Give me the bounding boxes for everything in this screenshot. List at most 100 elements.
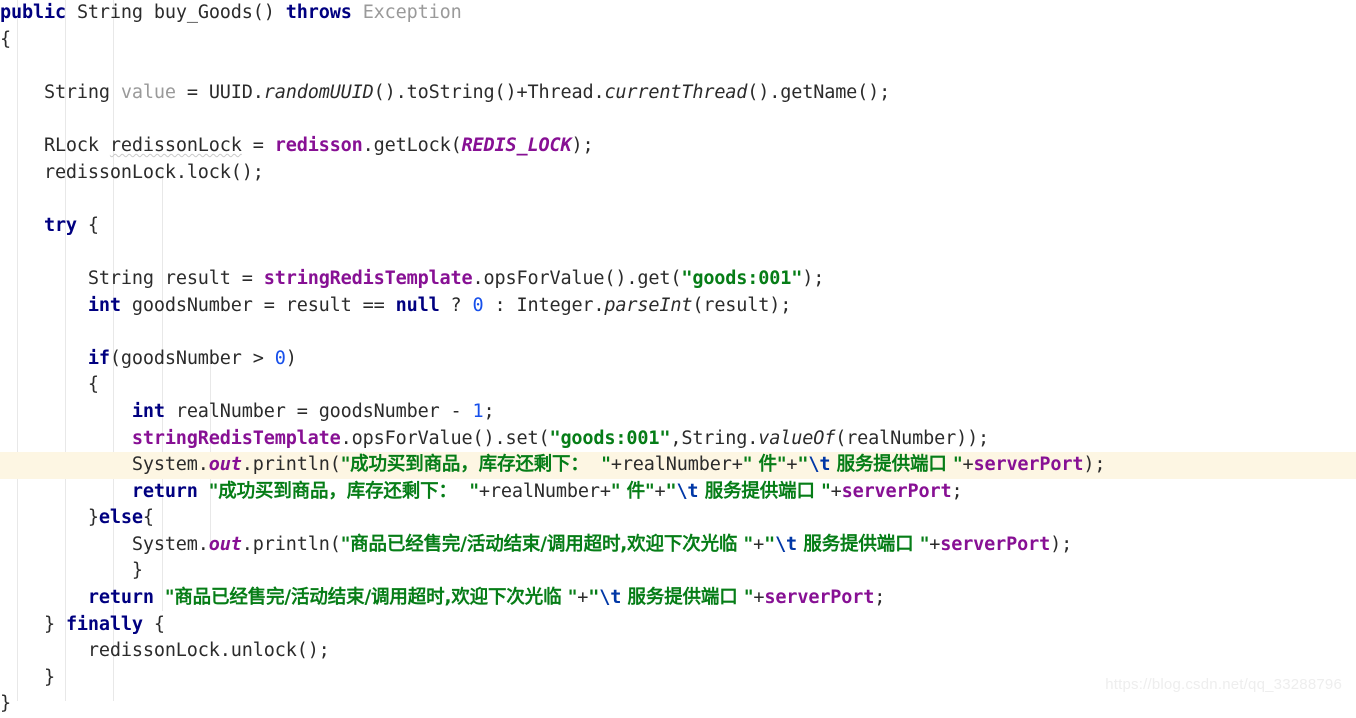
token-field-out: out [208, 533, 242, 555]
code-line-blank-2 [0, 106, 1356, 133]
token-string-goods-key: "goods:001" [549, 427, 671, 449]
token-keyword-if: if [87, 347, 110, 369]
token-keyword-return: return [87, 587, 154, 609]
token-type-string: String [681, 427, 748, 449]
token-number-zero: 0 [274, 347, 286, 369]
csdn-watermark: https://blog.csdn.net/qq_33288796 [1105, 676, 1342, 693]
code-line-uuid-value-statement[interactable]: String value = UUID.randomUUID().toStrin… [0, 80, 1356, 107]
code-line-open-brace[interactable]: { [0, 27, 1356, 54]
token-var-result: result [164, 267, 231, 289]
token-keyword-else: else [98, 507, 143, 529]
token-var-realnumber: realNumber [621, 454, 732, 476]
token-number-zero: 0 [472, 294, 484, 316]
token-field-serverport: serverPort [973, 454, 1084, 476]
token-method-println: println [252, 454, 330, 476]
token-field-stringredistemplate: stringRedisTemplate [263, 267, 473, 289]
code-line-method-close-brace[interactable]: } [0, 691, 1356, 718]
token-var-redissonlock: redissonLock [87, 640, 220, 662]
code-line-finally-open[interactable]: } finally { [0, 612, 1356, 639]
token-escape-tab: \t [676, 480, 699, 502]
token-var-realnumber: realNumber [489, 480, 600, 502]
code-line-decrement-stock[interactable]: int realNumber = goodsNumber - 1; [0, 399, 1356, 426]
code-lines-container: public String buy_Goods() throws Excepti… [0, 0, 1356, 718]
code-line-if-open-brace[interactable]: { [0, 372, 1356, 399]
token-method-randomuuid: randomUUID [263, 81, 374, 103]
token-field-serverport: serverPort [940, 533, 1051, 555]
code-line-else-close-brace[interactable]: } [0, 558, 1356, 585]
token-string-soldout-message: "商品已经售完/活动结束/调用超时,欢迎下次光临 " [340, 533, 754, 555]
token-type-string: String [87, 267, 154, 289]
code-line-return-success[interactable]: return "成功买到商品，库存还剩下： "+realNumber+" 件"+… [0, 479, 1356, 506]
code-line-return-soldout[interactable]: return "商品已经售完/活动结束/调用超时,欢迎下次光临 "+"\t 服务… [0, 585, 1356, 612]
code-line-println-soldout[interactable]: System.out.println("商品已经售完/活动结束/调用超时,欢迎下… [0, 532, 1356, 559]
token-method-opsforvalue: opsForValue [483, 267, 605, 289]
token-string-success-message: "成功买到商品，库存还剩下： " [340, 454, 611, 476]
code-line-blank-5 [0, 319, 1356, 346]
token-var-redissonlock: redissonLock [43, 161, 176, 183]
token-string-quote: " [764, 533, 776, 555]
token-method-currentthread: currentThread [604, 81, 748, 103]
token-keyword-int: int [131, 400, 165, 422]
code-line-try-open[interactable]: try { [0, 213, 1356, 240]
token-method-parseint: parseInt [604, 294, 693, 316]
token-method-opsforvalue: opsForValue [351, 427, 473, 449]
token-keyword-public: public [0, 2, 66, 23]
token-var-redissonlock: redissonLock [109, 134, 242, 156]
token-string-success-message: "成功买到商品，库存还剩下： " [208, 480, 479, 502]
code-line-blank-1 [0, 53, 1356, 80]
code-line-println-success[interactable]: System.out.println("成功买到商品，库存还剩下： "+real… [0, 452, 1356, 479]
token-const-redis-lock: REDIS_LOCK [461, 134, 572, 156]
token-method-valueof: valueOf [758, 427, 836, 449]
token-method-getlock: getLock [373, 134, 451, 156]
token-field-out: out [208, 454, 242, 476]
token-type-rlock: RLock [43, 134, 99, 156]
token-number-one: 1 [472, 400, 484, 422]
code-line-unlock-call[interactable]: redissonLock.unlock(); [0, 638, 1356, 665]
token-keyword-return: return [131, 480, 198, 502]
code-line-lock-call[interactable]: redissonLock.lock(); [0, 160, 1356, 187]
token-keyword-throws: throws [285, 2, 352, 23]
code-line-get-lock-statement[interactable]: RLock redissonLock = redisson.getLock(RE… [0, 133, 1356, 160]
token-var-realnumber: realNumber [846, 427, 957, 449]
token-type-integer: Integer [516, 294, 594, 316]
token-type-uuid: UUID [208, 81, 253, 103]
token-type-thread: Thread [527, 81, 594, 103]
token-var-realnumber: realNumber [175, 400, 286, 422]
code-line-method-signature[interactable]: public String buy_Goods() throws Excepti… [0, 0, 1356, 27]
token-method-tostring: toString [406, 81, 495, 103]
token-type-system: System [131, 454, 198, 476]
token-field-stringredistemplate: stringRedisTemplate [131, 427, 341, 449]
token-method-println: println [252, 533, 330, 555]
token-string-port-label: 服务提供端口 " [797, 533, 930, 555]
token-var-value: value [120, 81, 176, 103]
token-string-piece-unit: " 件" [610, 480, 655, 502]
token-escape-tab: \t [808, 454, 831, 476]
token-var-result: result [285, 294, 352, 316]
code-line-set-redis-value[interactable]: stringRedisTemplate.opsForValue().set("g… [0, 426, 1356, 453]
code-line-blank-4 [0, 239, 1356, 266]
token-method-set: set [505, 427, 539, 449]
token-method-getname: getName [780, 81, 858, 103]
code-line-if-condition[interactable]: if(goodsNumber > 0) [0, 346, 1356, 373]
token-type-exception: Exception [362, 2, 462, 23]
token-string-quote: " [797, 454, 809, 476]
token-string-quote: " [588, 587, 600, 609]
token-string-quote: " [665, 480, 677, 502]
code-line-blank-3 [0, 186, 1356, 213]
token-string-piece-unit: " 件" [742, 454, 787, 476]
code-line-else-open[interactable]: }else{ [0, 505, 1356, 532]
code-line-get-result[interactable]: String result = stringRedisTemplate.opsF… [0, 266, 1356, 293]
token-keyword-try: try [43, 214, 77, 236]
token-method-lock: lock [186, 161, 231, 183]
token-var-result: result [703, 294, 770, 316]
token-method-name: buy_Goods [153, 2, 253, 23]
code-line-parse-goods-number[interactable]: int goodsNumber = result == null ? 0 : I… [0, 293, 1356, 320]
token-escape-tab: \t [599, 587, 622, 609]
token-string-port-label: 服务提供端口 " [698, 480, 831, 502]
token-var-goodsnumber: goodsNumber [120, 347, 242, 369]
token-method-unlock: unlock [230, 640, 297, 662]
token-string-soldout-message: "商品已经售完/活动结束/调用超时,欢迎下次光临 " [164, 587, 578, 609]
token-keyword-int: int [87, 294, 121, 316]
code-editor-view: public String buy_Goods() throws Excepti… [0, 0, 1356, 714]
token-type-system: System [131, 533, 198, 555]
